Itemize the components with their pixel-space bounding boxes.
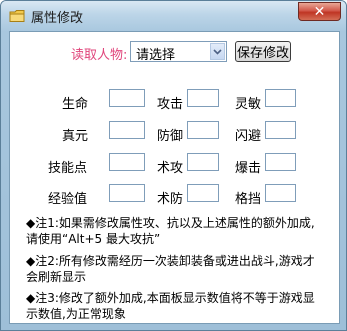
stat-field-attack[interactable] xyxy=(187,89,219,107)
dropdown-button[interactable] xyxy=(210,43,225,60)
stat-label-defense: 防御 xyxy=(157,129,184,144)
window-title: 属性修改 xyxy=(31,11,84,26)
stat-label-experience: 经验值 xyxy=(48,192,88,207)
character-select-value: 请选择 xyxy=(136,48,176,63)
stat-label-skill-points: 技能点 xyxy=(48,161,88,176)
app-window: 属性修改 ✕ 读取人物: 请选择 保存修改 生命 攻击 灵敏 真元 防御 闪避 xyxy=(0,0,347,331)
note-2: ◆注2:所有修改需经历一次装卸装备或进出战斗,游戏才会刷新显示 xyxy=(26,254,315,284)
stat-field-agility[interactable] xyxy=(265,89,296,107)
stat-label-attack: 攻击 xyxy=(157,97,184,112)
stat-field-spell-defense[interactable] xyxy=(187,184,219,202)
close-icon: ✕ xyxy=(313,3,326,20)
stat-field-block[interactable] xyxy=(265,184,296,202)
stat-field-crit[interactable] xyxy=(265,153,296,171)
stat-field-dodge[interactable] xyxy=(265,121,296,139)
stat-field-skill-points[interactable] xyxy=(109,153,145,171)
character-select[interactable]: 请选择 xyxy=(130,41,227,63)
title-bar[interactable]: 属性修改 ✕ xyxy=(1,1,346,31)
stat-label-dodge: 闪避 xyxy=(235,129,262,144)
stat-label-crit: 爆击 xyxy=(235,161,262,176)
stat-label-agility: 灵敏 xyxy=(235,97,262,112)
stat-label-spell-attack: 术攻 xyxy=(157,161,184,176)
stat-label-hp: 生命 xyxy=(62,97,89,112)
note-3: ◆注3:修改了额外加成,本面板显示数值将不等于游戏显示数值,为正常现象 xyxy=(26,291,315,321)
app-folder-icon xyxy=(9,10,25,22)
close-button[interactable]: ✕ xyxy=(298,2,341,21)
stat-field-experience[interactable] xyxy=(109,184,145,202)
stat-field-spell-attack[interactable] xyxy=(187,153,219,171)
stat-label-zhenyuan: 真元 xyxy=(62,129,89,144)
stat-label-block: 格挡 xyxy=(235,192,262,207)
note-1: ◆注1:如果需修改属性攻、抗以及上述属性的额外加成,请使用“Alt+5 最大攻抗… xyxy=(26,216,315,246)
stat-field-zhenyuan[interactable] xyxy=(109,121,145,139)
stat-field-defense[interactable] xyxy=(187,121,219,139)
client-area: 读取人物: 请选择 保存修改 生命 攻击 灵敏 真元 防御 闪避 技能点 术攻 … xyxy=(9,31,340,324)
stat-field-hp[interactable] xyxy=(109,89,145,107)
chevron-down-icon xyxy=(213,48,222,55)
stat-label-spell-defense: 术防 xyxy=(157,192,184,207)
character-label: 读取人物: xyxy=(71,48,128,63)
save-button[interactable]: 保存修改 xyxy=(235,41,291,62)
